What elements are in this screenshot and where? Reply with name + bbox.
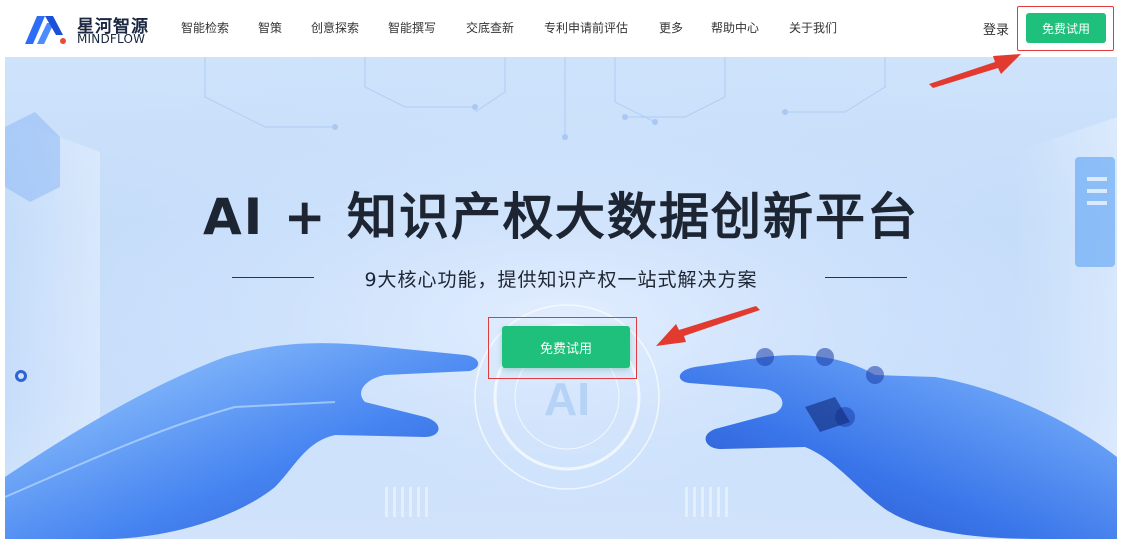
subtitle-divider-right: [825, 277, 907, 278]
annotation-arrow-icon: [929, 54, 1021, 88]
hero-subtitle: 9大核心功能，提供知识产权一站式解决方案: [364, 269, 758, 291]
hero-banner: AI AI + 知识产权大数据创新平台 9大核心功能，提供知识产权一站式解决方案: [5, 57, 1117, 539]
annotation-arrow-icon: [656, 306, 760, 346]
mindflow-logo-icon: [25, 16, 66, 44]
nav-item-zhice[interactable]: 智策: [258, 19, 282, 36]
free-trial-button-top[interactable]: 免费试用: [1026, 13, 1106, 43]
free-trial-button-hero[interactable]: 免费试用: [502, 326, 630, 368]
nav-item-disclosure-check[interactable]: 交底查新: [466, 19, 514, 36]
hero-background-illustration: AI: [5, 57, 1117, 539]
nav-item-smart-writing[interactable]: 智能撰写: [388, 19, 436, 36]
nav-item-pre-filing-assessment[interactable]: 专利申请前评估: [544, 19, 628, 36]
login-link[interactable]: 登录: [983, 19, 1009, 38]
nav-item-smart-search[interactable]: 智能检索: [181, 19, 229, 36]
hero-ai-watermark: AI: [544, 373, 590, 425]
hero-title: AI + 知识产权大数据创新平台: [202, 188, 919, 246]
nav-item-about-us[interactable]: 关于我们: [789, 19, 837, 36]
nav-item-idea-explore[interactable]: 创意探索: [311, 19, 359, 36]
logo-name-en: MINDFLOW: [77, 32, 146, 46]
brand-logo[interactable]: 星河智源 MINDFLOW: [23, 11, 153, 47]
hero-subtitle-row: 9大核心功能，提供知识产权一站式解决方案: [5, 265, 1117, 291]
nav-item-help-center[interactable]: 帮助中心: [711, 19, 759, 36]
nav-item-more[interactable]: 更多: [659, 19, 683, 36]
